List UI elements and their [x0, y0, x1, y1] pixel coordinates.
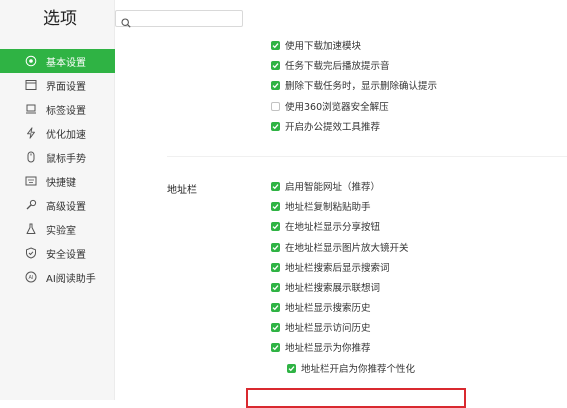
checkbox-checked[interactable]: [271, 121, 280, 131]
search-icon: [121, 13, 131, 28]
option-label: 地址栏搜索后显示搜索词: [285, 263, 390, 274]
option-label: 地址栏显示搜索历史: [285, 303, 371, 314]
download-option[interactable]: 使用下载加速模块: [271, 38, 361, 52]
highlight-box: [246, 388, 466, 408]
option-label: 地址栏显示为你推荐: [285, 343, 371, 354]
option-label: 在地址栏显示分享按钮: [285, 222, 381, 233]
option-label: 删除下载任务时，显示删除确认提示: [285, 81, 438, 92]
sidebar-item-label: 基本设置: [46, 57, 86, 69]
sidebar-item-interface-settings[interactable]: 界面设置: [0, 73, 115, 97]
sidebar-item-optimize[interactable]: 优化加速: [0, 121, 115, 145]
checkbox-checked[interactable]: [271, 242, 280, 252]
option-label: 在地址栏显示图片放大镜开关: [285, 243, 409, 254]
address-bar-option[interactable]: 在地址栏显示分享按钮: [271, 219, 380, 233]
sidebar-item-lab[interactable]: 实验室: [0, 217, 115, 241]
lightning-icon: [25, 127, 37, 139]
download-option[interactable]: 任务下载完后播放提示音: [271, 58, 390, 72]
ai-icon: AI: [25, 271, 37, 283]
address-bar-option[interactable]: 地址栏显示搜索历史: [271, 300, 371, 314]
address-bar-option[interactable]: 地址栏显示为你推荐: [271, 340, 371, 354]
search-input[interactable]: [134, 11, 238, 26]
option-label: 任务下载完后播放提示音: [285, 61, 390, 72]
download-option[interactable]: 开启办公提效工具推荐: [271, 119, 380, 133]
checkbox-checked[interactable]: [271, 40, 280, 50]
sidebar-item-label: 鼠标手势: [46, 153, 86, 165]
address-bar-option[interactable]: 地址栏显示访问历史: [271, 320, 371, 334]
checkbox-checked[interactable]: [271, 201, 280, 211]
checkbox-checked[interactable]: [271, 342, 280, 352]
checkbox-unchecked[interactable]: [271, 101, 280, 111]
sidebar-item-security[interactable]: 安全设置: [0, 241, 115, 265]
address-bar-option[interactable]: 地址栏复制粘贴助手: [271, 199, 371, 213]
option-label: 启用智能网址（推荐）: [285, 182, 381, 193]
keyboard-icon: [25, 175, 37, 187]
checkbox-checked[interactable]: [271, 221, 280, 231]
option-label: 使用下载加速模块: [285, 41, 362, 52]
checkbox-checked[interactable]: [271, 60, 280, 70]
checkbox-checked[interactable]: [271, 302, 280, 312]
option-label: 使用360浏览器安全解压: [285, 102, 389, 113]
sidebar-item-label: AI阅读助手: [46, 273, 96, 285]
sidebar-item-label: 高级设置: [46, 201, 86, 213]
option-label: 地址栏显示访问历史: [285, 323, 371, 334]
section-label-address-bar: 地址栏: [167, 185, 197, 196]
svg-text:AI: AI: [29, 275, 34, 281]
page-title: 选项: [43, 9, 77, 29]
checkbox-checked[interactable]: [271, 80, 280, 90]
sidebar-item-advanced[interactable]: 高级设置: [0, 193, 115, 217]
option-label: 地址栏复制粘贴助手: [285, 202, 371, 213]
sidebar-item-tab-settings[interactable]: 标签设置: [0, 97, 115, 121]
window-icon: [25, 79, 37, 91]
sidebar-item-label: 优化加速: [46, 129, 86, 141]
download-option[interactable]: 删除下载任务时，显示删除确认提示: [271, 78, 437, 92]
sidebar-item-label: 标签设置: [46, 105, 86, 117]
sidebar-item-label: 安全设置: [46, 249, 86, 261]
address-bar-option[interactable]: 地址栏搜索后显示搜索词: [271, 260, 390, 274]
shield-icon: [25, 247, 37, 259]
search-box[interactable]: [115, 10, 243, 28]
address-bar-option[interactable]: 在地址栏显示图片放大镜开关: [271, 240, 409, 254]
checkbox-checked[interactable]: [271, 282, 280, 292]
sidebar-item-label: 实验室: [46, 225, 76, 237]
checkbox-checked[interactable]: [271, 181, 280, 191]
wrench-icon: [25, 199, 37, 211]
sidebar-item-basic-settings[interactable]: 基本设置: [0, 49, 115, 73]
checkbox-checked[interactable]: [271, 262, 280, 272]
target-icon: [25, 55, 37, 67]
option-label: 开启办公提效工具推荐: [285, 122, 381, 133]
option-label: 地址栏开启为你推荐个性化: [301, 364, 416, 375]
section-divider: [167, 156, 567, 157]
sidebar-item-mouse-gesture[interactable]: 鼠标手势: [0, 145, 115, 169]
sidebar-item-label: 界面设置: [46, 81, 86, 93]
option-label: 地址栏搜索展示联想词: [285, 283, 381, 294]
sidebar-item-label: 快捷键: [46, 177, 76, 189]
checkbox-checked[interactable]: [271, 322, 280, 332]
address-bar-sub-option[interactable]: 地址栏开启为你推荐个性化: [287, 361, 415, 375]
address-bar-option[interactable]: 地址栏搜索展示联想词: [271, 280, 380, 294]
sidebar-item-ai-reader[interactable]: AI AI阅读助手: [0, 265, 115, 289]
tab-icon: [25, 103, 37, 115]
sidebar-item-shortcuts[interactable]: 快捷键: [0, 169, 115, 193]
download-option[interactable]: 使用360浏览器安全解压: [271, 99, 389, 113]
address-bar-option[interactable]: 启用智能网址（推荐）: [271, 179, 380, 193]
mouse-icon: [25, 151, 37, 163]
sidebar-nav: 基本设置 界面设置 标签设置 优化加速 鼠标手势 快捷键 高级设置 实验室 安全…: [0, 49, 115, 289]
checkbox-checked[interactable]: [287, 363, 296, 373]
flask-icon: [25, 223, 37, 235]
